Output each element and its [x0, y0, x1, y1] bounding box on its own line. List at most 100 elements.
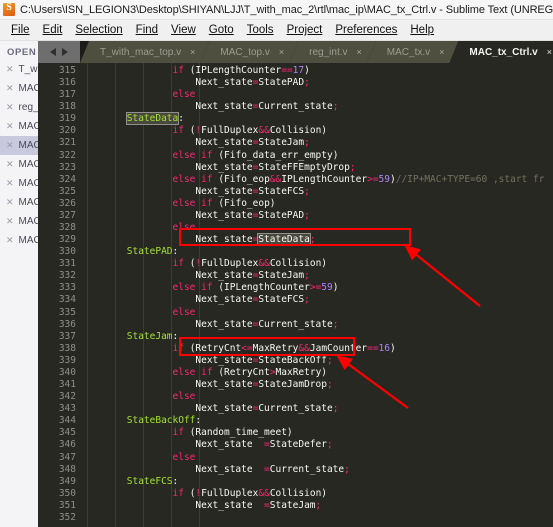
code-line[interactable]: else if (RetryCnt>MaxRetry)	[81, 367, 553, 379]
tab-next-arrow-icon[interactable]	[62, 48, 68, 56]
code-line[interactable]: else if (Fifo_eop)	[81, 198, 553, 210]
line-number: 320	[58, 125, 76, 137]
close-icon[interactable]: ✕	[6, 102, 14, 113]
line-number: 341	[58, 379, 76, 391]
code-area[interactable]: 315 316 317 318 319 320 321 322 323 324 325 326 327 3…	[38, 63, 553, 527]
code-line[interactable]: Next_state=StateJam;	[81, 270, 553, 282]
code-line[interactable]: StatePAD:	[81, 246, 553, 258]
code-line[interactable]: else	[81, 452, 553, 464]
code-line[interactable]: Next_state=StateBackOff;	[81, 355, 553, 367]
code-line[interactable]: StateBackOff:	[81, 415, 553, 427]
code-line[interactable]: else	[81, 307, 553, 319]
code-line[interactable]: Next_state=StateJamDrop;	[81, 379, 553, 391]
code-line[interactable]: else	[81, 89, 553, 101]
line-number: 321	[58, 137, 76, 149]
menu-tools[interactable]: Tools	[241, 22, 281, 38]
code-line[interactable]: if (IPLengthCounter==17)	[81, 65, 553, 77]
close-icon[interactable]: ✕	[6, 197, 14, 208]
close-icon[interactable]: ✕	[6, 235, 14, 246]
menu-view[interactable]: View	[165, 22, 203, 38]
code-line[interactable]: StateData:	[81, 112, 553, 126]
code-line[interactable]: Next_state =StateJam;	[81, 500, 553, 512]
tab-label: MAC_top.v	[220, 46, 270, 58]
line-number: 316	[58, 77, 76, 89]
line-number: 342	[58, 391, 76, 403]
code-line[interactable]: else if (Fifo_data_err_empty)	[81, 150, 553, 162]
tab-reg-int[interactable]: reg_int.v ×	[289, 41, 376, 63]
code-line[interactable]: StateFCS:	[81, 476, 553, 488]
line-number: 318	[58, 101, 76, 113]
tab-mac-tx[interactable]: MAC_tx.v ×	[367, 41, 459, 63]
line-number: 322	[58, 149, 76, 161]
line-number: 332	[58, 270, 76, 282]
line-number: 319	[58, 113, 76, 125]
menu-goto-label: Goto	[208, 24, 234, 36]
code-lines[interactable]: if (IPLengthCounter==17) Next_state=Stat…	[81, 63, 553, 527]
code-line[interactable]: if (!FullDuplex&&Collision)	[81, 258, 553, 270]
menu-goto[interactable]: Goto	[203, 22, 241, 38]
code-line[interactable]: StateJam:	[81, 331, 553, 343]
tab-scroll-buttons[interactable]	[38, 41, 80, 63]
code-line[interactable]: Next_state=StatePAD;	[81, 77, 553, 89]
code-line[interactable]: Next_state=StateFFEmptyDrop;	[81, 162, 553, 174]
tab-mac-top[interactable]: MAC_top.v ×	[200, 41, 298, 63]
line-number: 352	[58, 511, 76, 523]
code-line[interactable]	[81, 512, 553, 524]
tab-bar: T_with_mac_top.v × MAC_top.v × reg_int.v…	[38, 41, 553, 63]
close-icon[interactable]: ✕	[6, 140, 14, 151]
code-line[interactable]: if (Random_time_meet)	[81, 427, 553, 439]
tab-label: MAC_tx_Ctrl.v	[469, 46, 538, 58]
tab-prev-arrow-icon[interactable]	[50, 48, 56, 56]
code-line[interactable]: else	[81, 222, 553, 234]
menu-selection-label: Selection	[75, 24, 123, 36]
line-number: 346	[58, 439, 76, 451]
line-number-gutter: 315 316 317 318 319 320 321 322 323 324 325 326 327 3…	[38, 63, 81, 527]
tab-mac-tx-ctrl[interactable]: MAC_tx_Ctrl.v ×	[449, 41, 553, 63]
menu-find[interactable]: Find	[130, 22, 165, 38]
close-icon[interactable]: ✕	[6, 121, 14, 132]
code-line[interactable]: if (RetryCnt<=MaxRetry&&JamCounter==16)	[81, 343, 553, 355]
code-line[interactable]: Next_state=StateJam;	[81, 137, 553, 149]
code-line[interactable]: Next_state=Current_state;	[81, 403, 553, 415]
close-icon[interactable]: ×	[357, 47, 362, 57]
menu-bar: File Edit Selection Find View Goto Tools…	[0, 20, 553, 41]
close-icon[interactable]: ×	[190, 47, 195, 57]
close-icon[interactable]: ×	[547, 47, 552, 57]
close-icon[interactable]: ✕	[6, 83, 14, 94]
code-line[interactable]: Next_state=Current_state;	[81, 319, 553, 331]
close-icon[interactable]: ×	[279, 47, 284, 57]
title-bar: C:\Users\ISN_LEGION3\Desktop\SHIYAN\LJJ\…	[0, 0, 553, 20]
code-line[interactable]: Next_state=Current_state;	[81, 101, 553, 113]
line-number: 344	[58, 415, 76, 427]
menu-project[interactable]: Project	[281, 22, 330, 38]
code-line[interactable]: Next_state =Current_state;	[81, 464, 553, 476]
window-title: C:\Users\ISN_LEGION3\Desktop\SHIYAN\LJJ\…	[20, 3, 553, 16]
code-line[interactable]: Next_state=StateFCS;	[81, 294, 553, 306]
line-number: 339	[58, 354, 76, 366]
menu-selection[interactable]: Selection	[69, 22, 129, 38]
code-line[interactable]: Next_state =StateDefer;	[81, 439, 553, 451]
code-line[interactable]: else	[81, 391, 553, 403]
line-number: 329	[58, 234, 76, 246]
code-line[interactable]: Next_state=StatePAD;	[81, 210, 553, 222]
code-line[interactable]: if (!FullDuplex&&Collision)	[81, 125, 553, 137]
menu-edit[interactable]: Edit	[37, 22, 70, 38]
line-number: 338	[58, 342, 76, 354]
tab-label: reg_int.v	[309, 46, 348, 58]
menu-help[interactable]: Help	[404, 22, 441, 38]
code-line[interactable]: else if (IPLengthCounter>=59)	[81, 282, 553, 294]
menu-preferences[interactable]: Preferences	[329, 22, 404, 38]
code-line[interactable]: else if (Fifo_eop&&IPLengthCounter>=59)/…	[81, 174, 553, 186]
code-line[interactable]: Next_state=StateFCS;	[81, 186, 553, 198]
close-icon[interactable]: ✕	[6, 64, 14, 75]
code-line[interactable]: Next_state=StateData;	[81, 233, 553, 247]
close-icon[interactable]: ×	[439, 47, 444, 57]
menu-file[interactable]: File	[5, 22, 37, 38]
sublime-text-logo-icon	[3, 2, 15, 16]
close-icon[interactable]: ✕	[6, 178, 14, 189]
close-icon[interactable]: ✕	[6, 159, 14, 170]
code-line[interactable]: if (!FullDuplex&&Collision)	[81, 488, 553, 500]
close-icon[interactable]: ✕	[6, 216, 14, 227]
line-number: 324	[58, 173, 76, 185]
tab-t-with-mac-top[interactable]: T_with_mac_top.v ×	[80, 41, 209, 63]
